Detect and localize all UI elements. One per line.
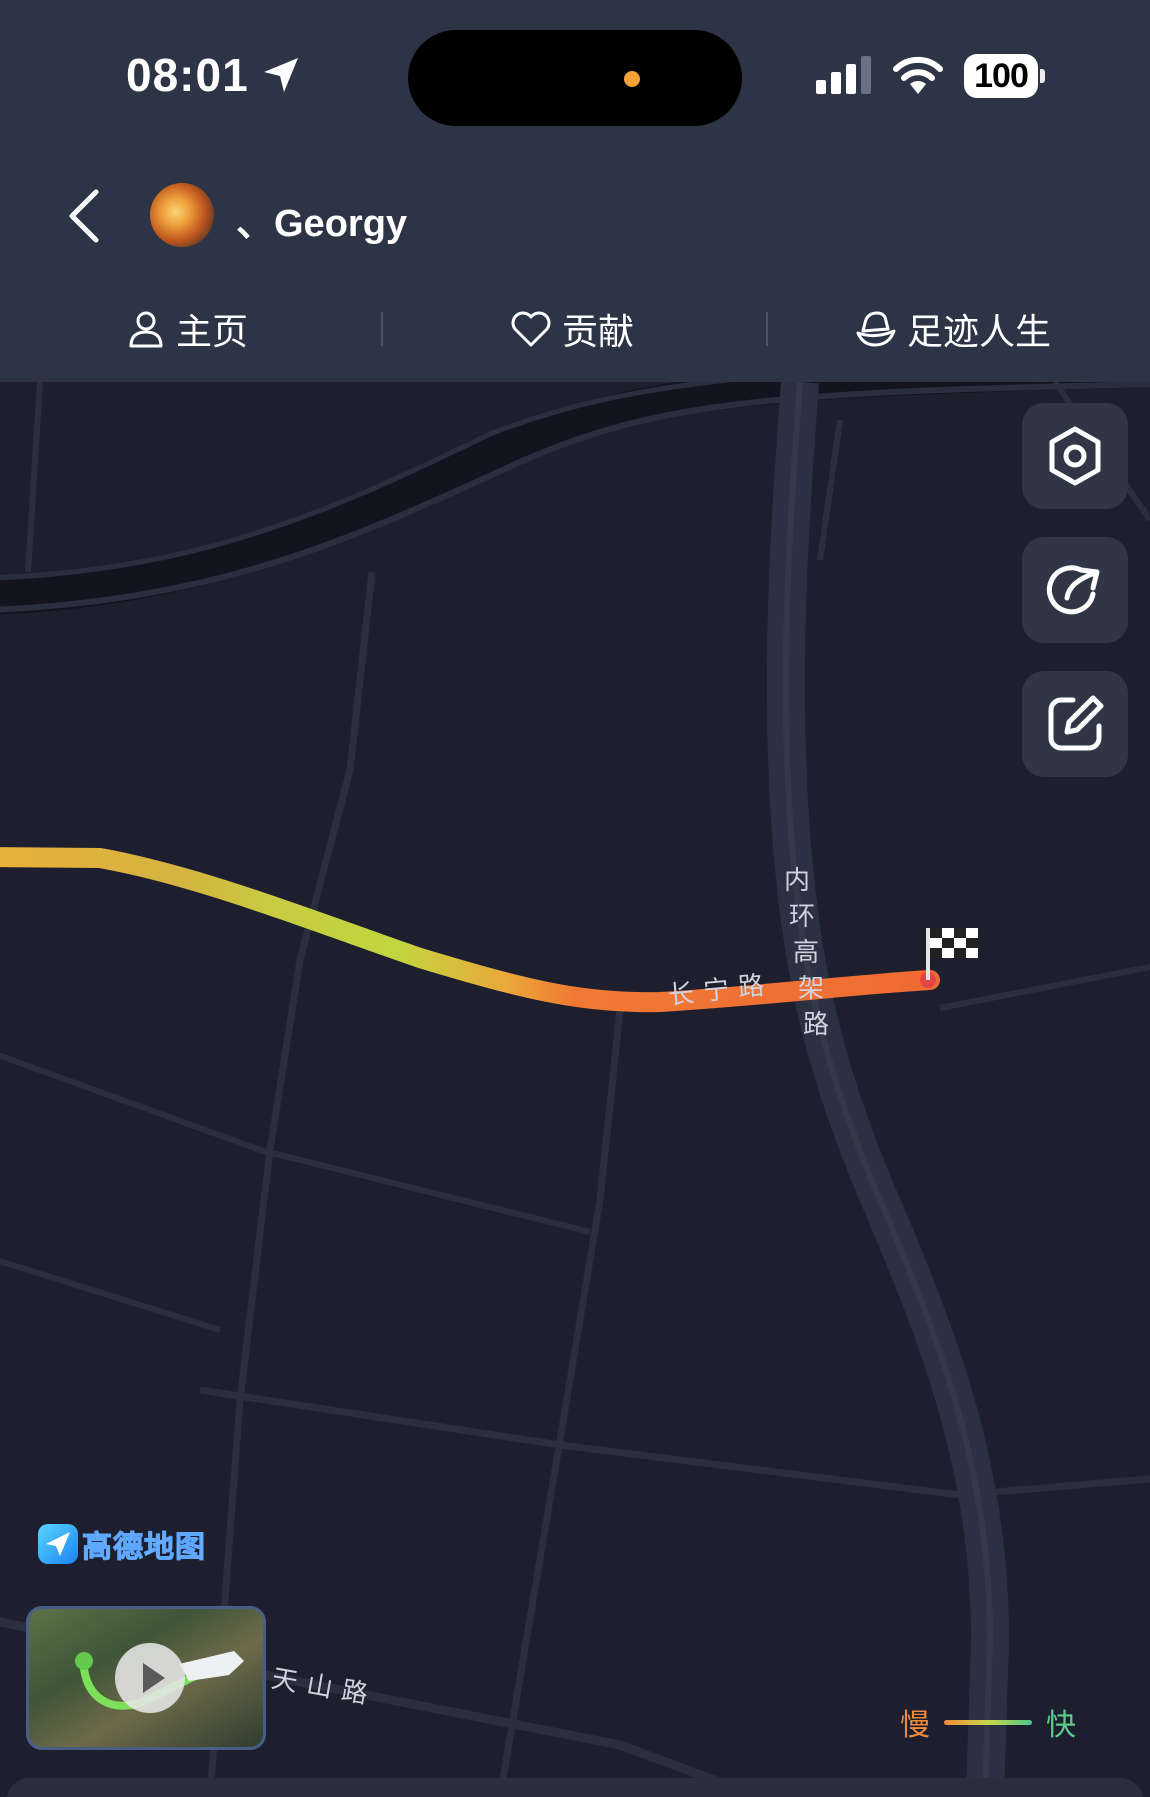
tab-home-label: 主页: [176, 311, 249, 352]
tab-divider: [381, 312, 383, 346]
play-icon: [143, 1663, 165, 1693]
legend-fast-label: 快: [1046, 1709, 1076, 1742]
tab-contribution-label: 贡献: [562, 311, 635, 352]
person-icon: [129, 311, 163, 348]
bottom-sheet-handle[interactable]: [6, 1778, 1144, 1797]
road-label-inner-ring-1: 内: [784, 866, 811, 896]
play-button[interactable]: [115, 1643, 185, 1713]
tab-footprint[interactable]: 足迹人生: [855, 296, 1051, 362]
speed-legend: 慢 快: [900, 1702, 1076, 1742]
wifi-icon: [893, 56, 943, 94]
tab-contribution[interactable]: 贡献: [510, 296, 634, 362]
status-time: 08:01: [126, 49, 249, 101]
heart-icon: [511, 311, 551, 347]
tab-footprint-label: 足迹人生: [907, 311, 1052, 352]
road-label-changning-2: 宁: [701, 974, 731, 1008]
dynamic-island: [408, 30, 742, 126]
edit-button[interactable]: [1022, 671, 1128, 777]
battery-icon: 100: [964, 54, 1045, 98]
road-label-inner-ring-3: 高: [793, 938, 820, 968]
road-label-inner-ring-2: 环: [789, 902, 816, 932]
amap-logo-text: 高德地图: [82, 1531, 206, 1565]
edit-icon: [1048, 695, 1104, 751]
map-roads: [0, 382, 1150, 1797]
map-view[interactable]: 长 宁 路 内 环 高 架 路 天 山 路: [0, 382, 1150, 1797]
location-arrow-icon: [264, 58, 298, 92]
road-label-changning-3: 路: [736, 970, 766, 1004]
privacy-indicator-icon: [624, 71, 640, 87]
back-button[interactable]: [60, 184, 110, 248]
amap-icon: [38, 1524, 78, 1564]
cellular-signal-icon: [816, 56, 871, 94]
legend-gradient-bar: [944, 1719, 1032, 1725]
tab-divider: [766, 312, 768, 346]
settings-hex-button[interactable]: [1022, 403, 1128, 509]
username[interactable]: 、Georgy: [236, 192, 407, 247]
header: 08:01 100 、Georgy 主页 贡献 足迹人生: [0, 0, 1150, 382]
road-label-inner-ring-5: 路: [803, 1010, 830, 1040]
legend-slow-label: 慢: [900, 1709, 930, 1742]
finish-flag-icon: [930, 928, 978, 958]
avatar[interactable]: [150, 183, 214, 247]
route-replay-video-thumbnail[interactable]: [26, 1606, 266, 1750]
road-label-changning-1: 长: [666, 978, 696, 1012]
battery-level: 100: [964, 54, 1038, 98]
share-button[interactable]: [1022, 537, 1128, 643]
share-icon: [1046, 565, 1100, 615]
amap-logo: 高德地图: [38, 1522, 206, 1566]
road-label-inner-ring-4: 架: [798, 974, 825, 1004]
footprint-icon: [856, 311, 896, 347]
profile-tabs: 主页 贡献 足迹人生: [0, 296, 1150, 362]
tab-home[interactable]: 主页: [126, 296, 248, 362]
hexagon-settings-icon: [1049, 426, 1101, 486]
